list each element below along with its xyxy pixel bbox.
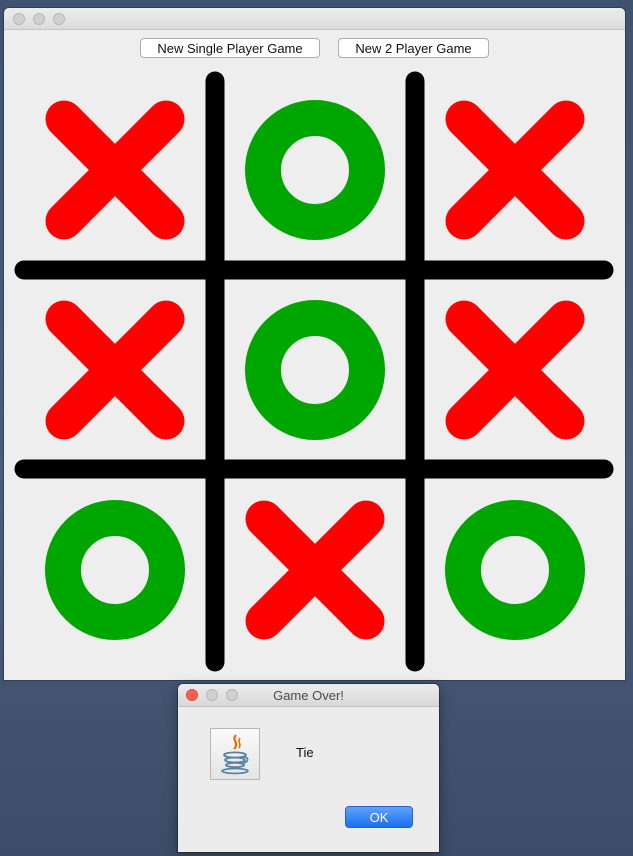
cell-3-x-mark[interactable] <box>425 80 605 260</box>
cell-6-x-mark[interactable] <box>425 280 605 460</box>
cell-4-x-mark[interactable] <box>25 280 205 460</box>
cell-2-o-mark[interactable] <box>225 80 405 260</box>
game-window: New Single Player Game New 2 Player Game <box>4 8 625 680</box>
board-marks <box>25 80 605 660</box>
dialog-title: Game Over! <box>273 688 344 703</box>
cell-7-o-mark[interactable] <box>25 480 205 660</box>
cell-9-o-mark[interactable] <box>425 480 605 660</box>
dialog-titlebar: Game Over! <box>178 684 439 707</box>
cell-1-x-mark[interactable] <box>25 80 205 260</box>
dialog-message: Tie <box>296 745 314 760</box>
java-icon <box>210 728 260 780</box>
tic-tac-toe-board <box>14 71 614 672</box>
game-over-dialog: Game Over! Tie OK <box>178 684 439 852</box>
cell-5-o-mark[interactable] <box>225 280 405 460</box>
ok-button[interactable]: OK <box>345 806 413 828</box>
cell-8-x-mark[interactable] <box>225 480 405 660</box>
